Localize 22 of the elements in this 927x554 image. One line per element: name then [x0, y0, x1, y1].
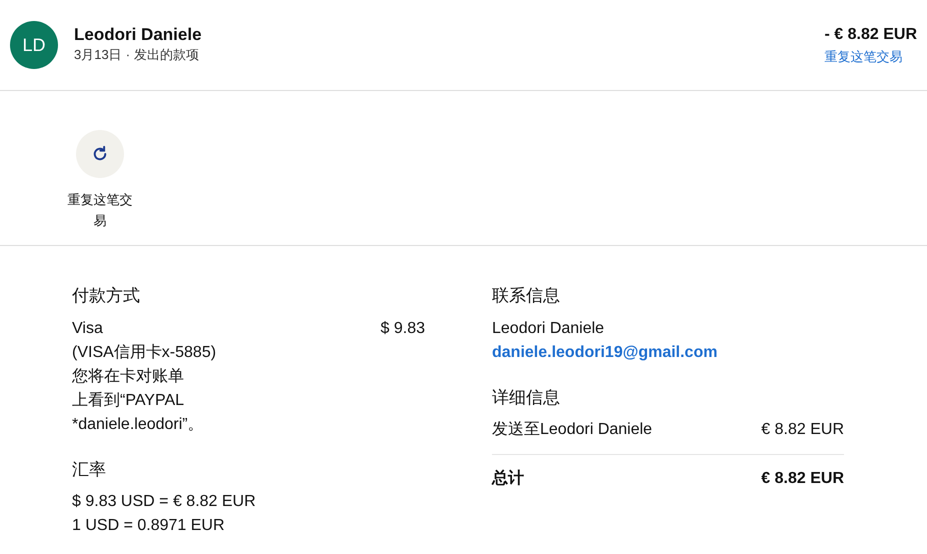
contact-name: Leodori Daniele	[492, 318, 606, 338]
transaction-date: 3月13日	[74, 46, 122, 64]
payment-amount: $ 9.83	[380, 318, 425, 338]
repeat-button[interactable]: 重复这笔交易	[62, 116, 138, 245]
exchange-rate-text: 1 USD = 0.8971 EUR	[72, 516, 226, 536]
total-label: 总计	[492, 468, 524, 489]
separator-dot: ·	[126, 46, 130, 64]
section-title: 详细信息	[492, 386, 561, 408]
detail-label: 发送至Leodori Daniele	[492, 420, 652, 440]
email-link[interactable]: daniele.leodori19@gmail.com	[492, 344, 718, 360]
avatar: LD	[10, 21, 58, 69]
section-title: 汇率	[72, 458, 107, 480]
transaction-amount: - € 8.82 EUR	[824, 25, 917, 46]
exchange-rate-text: $ 9.83 USD = € 8.82 EUR	[72, 492, 257, 512]
total-value: € 8.82 EUR	[761, 469, 844, 489]
payment-method-description: Visa (VISA信用卡x-5885) 您将在卡对账单 上看到“PAYPAL *daniele.leodori”。	[72, 318, 216, 434]
transaction-type: 发出的款项	[134, 46, 200, 64]
section-title: 付款方式	[72, 285, 141, 307]
contact-name: Leodori Daniele	[74, 25, 203, 46]
section-title: 联系信息	[492, 285, 561, 307]
repeat-transaction-link[interactable]: 重复这笔交易	[824, 47, 903, 67]
detail-value: € 8.82 EUR	[761, 420, 844, 440]
